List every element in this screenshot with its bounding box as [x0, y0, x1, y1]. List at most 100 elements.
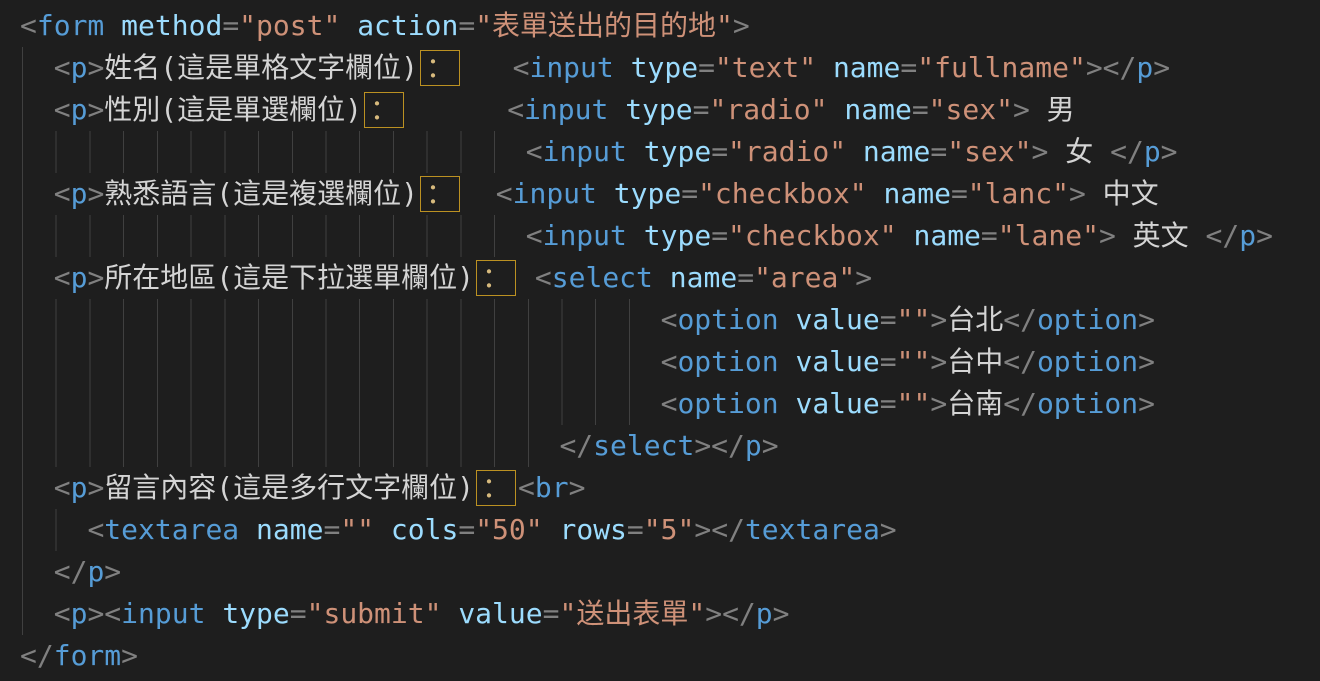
token-punctuation: =: [880, 303, 897, 336]
token-punctuation: =: [681, 177, 698, 210]
code-text: <textarea name="" cols="50" rows="5"></t…: [20, 513, 897, 546]
token-punctuation: >: [1153, 51, 1170, 84]
token-text: [597, 177, 614, 210]
code-text: <option value="">台北</option>: [20, 303, 1155, 336]
token-punctuation: >: [1069, 177, 1086, 210]
token-text: 熟悉語言(這是複選欄位): [104, 177, 418, 210]
code-line-15[interactable]: <p><input type="submit" value="送出表單"></p…: [0, 593, 1320, 635]
token-tag: textarea: [104, 513, 239, 546]
token-punctuation: <: [20, 9, 37, 42]
token-string: "表單送出的目的地": [475, 9, 733, 42]
token-punctuation: </: [711, 429, 745, 462]
token-text: 女: [1048, 135, 1110, 168]
code-line-16[interactable]: </form>: [0, 635, 1320, 677]
token-text: 性別(這是單選欄位): [104, 93, 362, 126]
token-text: [20, 513, 87, 546]
token-text: [614, 51, 631, 84]
unicode-highlight-box: ：: [420, 50, 460, 86]
code-line-8[interactable]: <option value="">台北</option>: [0, 299, 1320, 341]
token-tag: p: [87, 555, 104, 588]
token-text: [627, 135, 644, 168]
token-text: [239, 513, 256, 546]
code-line-4[interactable]: <input type="radio" name="sex"> 女 </p>: [0, 131, 1320, 173]
token-text: [828, 93, 845, 126]
token-punctuation: >: [87, 177, 104, 210]
code-line-10[interactable]: <option value="">台南</option>: [0, 383, 1320, 425]
token-text: [20, 597, 54, 630]
code-line-11[interactable]: </select></p>: [0, 425, 1320, 467]
token-string: "lane": [998, 219, 1099, 252]
token-text: [20, 345, 661, 378]
token-string: "": [340, 513, 374, 546]
code-line-1[interactable]: <form method="post" action="表單送出的目的地">: [0, 5, 1320, 47]
token-punctuation: >: [694, 429, 711, 462]
token-text: [20, 51, 54, 84]
token-punctuation: <: [661, 303, 678, 336]
token-tag: option: [677, 387, 778, 420]
token-punctuation: <: [661, 345, 678, 378]
code-line-13[interactable]: <textarea name="" cols="50" rows="5"></t…: [0, 509, 1320, 551]
token-string: "text": [715, 51, 816, 84]
token-tag: form: [54, 639, 121, 672]
token-punctuation: </: [711, 513, 745, 546]
token-punctuation: =: [737, 261, 754, 294]
code-line-7[interactable]: <p>所在地區(這是下拉選單欄位)： <select name="area">: [0, 257, 1320, 299]
code-line-5[interactable]: <p>熟悉語言(這是複選欄位)： <input type="checkbox" …: [0, 173, 1320, 215]
token-punctuation: >: [930, 345, 947, 378]
token-string: "sex": [929, 93, 1013, 126]
token-string: "area": [754, 261, 855, 294]
token-text: 中文: [1086, 177, 1159, 210]
token-punctuation: >: [733, 9, 750, 42]
token-punctuation: =: [458, 9, 475, 42]
token-punctuation: >: [87, 261, 104, 294]
token-punctuation: >: [762, 429, 779, 462]
token-punctuation: =: [698, 51, 715, 84]
token-text: [20, 471, 54, 504]
token-string: "fullname": [917, 51, 1086, 84]
token-attribute: cols: [391, 513, 458, 546]
code-line-12[interactable]: <p>留言內容(這是多行文字欄位)：<br>: [0, 467, 1320, 509]
token-punctuation: >: [121, 639, 138, 672]
code-line-3[interactable]: <p>性別(這是單選欄位)： <input type="radio" name=…: [0, 89, 1320, 131]
token-punctuation: <: [496, 177, 513, 210]
token-punctuation: =: [880, 345, 897, 378]
token-attribute: name: [884, 177, 951, 210]
token-punctuation: >: [569, 471, 586, 504]
token-tag: option: [1037, 387, 1138, 420]
unicode-highlight-box: ：: [476, 260, 516, 296]
token-attribute: name: [256, 513, 323, 546]
token-text: [518, 261, 535, 294]
token-tag: input: [121, 597, 205, 630]
token-attribute: method: [121, 9, 222, 42]
code-line-6[interactable]: <input type="checkbox" name="lane"> 英文 <…: [0, 215, 1320, 257]
code-text: <form method="post" action="表單送出的目的地">: [20, 9, 750, 42]
code-editor[interactable]: <form method="post" action="表單送出的目的地"> <…: [0, 0, 1320, 681]
token-punctuation: </: [722, 597, 756, 630]
code-line-14[interactable]: </p>: [0, 551, 1320, 593]
code-line-2[interactable]: <p>姓名(這是單格文字欄位)： <input type="text" name…: [0, 47, 1320, 89]
token-punctuation: >: [1086, 51, 1103, 84]
token-punctuation: =: [711, 135, 728, 168]
token-string: "sex": [947, 135, 1031, 168]
token-punctuation: =: [912, 93, 929, 126]
token-text: 台南: [947, 387, 1003, 420]
token-attribute: name: [913, 219, 980, 252]
token-punctuation: >: [87, 51, 104, 84]
token-punctuation: =: [543, 597, 560, 630]
token-tag: input: [543, 219, 627, 252]
code-line-9[interactable]: <option value="">台中</option>: [0, 341, 1320, 383]
token-text: [653, 261, 670, 294]
code-text: <input type="radio" name="sex"> 女 </p>: [20, 135, 1178, 168]
token-text: 姓名(這是單格文字欄位): [104, 51, 418, 84]
token-attribute: type: [222, 597, 289, 630]
code-text: <input type="checkbox" name="lane"> 英文 <…: [20, 219, 1273, 252]
token-text: [627, 219, 644, 252]
token-string: "checkbox": [728, 219, 897, 252]
token-attribute: type: [644, 135, 711, 168]
token-punctuation: <: [513, 51, 530, 84]
token-tag: p: [1144, 135, 1161, 168]
token-attribute: type: [644, 219, 711, 252]
token-punctuation: </: [1003, 345, 1037, 378]
token-tag: input: [543, 135, 627, 168]
token-punctuation: </: [559, 429, 593, 462]
